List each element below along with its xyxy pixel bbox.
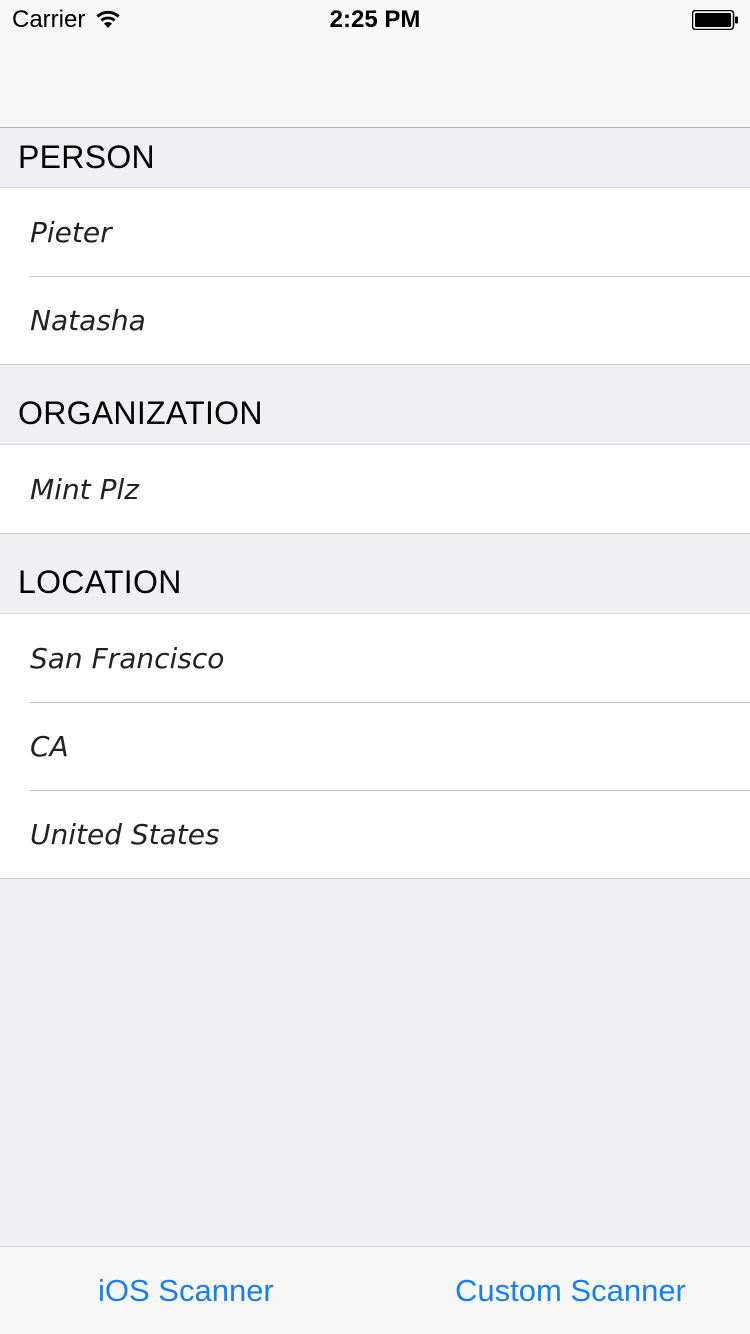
section-person-rows: Pieter Natasha [0, 188, 750, 365]
section-header-location: LOCATION [0, 534, 750, 614]
list-item-label: Mint Plz [30, 472, 139, 506]
list-item[interactable]: San Francisco [0, 614, 750, 702]
status-time: 2:25 PM [329, 6, 421, 33]
navigation-bar [0, 40, 750, 128]
results-table: PERSON Pieter Natasha ORGANIZATION Mint … [0, 129, 750, 879]
list-item-label: Pieter [30, 215, 112, 249]
bottom-toolbar: iOS Scanner Custom Scanner [0, 1246, 750, 1334]
list-item[interactable]: Mint Plz [0, 445, 750, 533]
section-header-person: PERSON [0, 129, 750, 188]
list-item-label: Natasha [30, 303, 146, 337]
ios-scanner-button[interactable]: iOS Scanner [98, 1247, 274, 1334]
list-item[interactable]: Natasha [0, 276, 750, 364]
list-item-label: United States [30, 817, 220, 851]
section-location-rows: San Francisco CA United States [0, 614, 750, 879]
list-item-label: CA [30, 729, 69, 763]
list-item-label: San Francisco [30, 641, 225, 675]
section-organization-rows: Mint Plz [0, 445, 750, 534]
section-header-organization: ORGANIZATION [0, 365, 750, 445]
custom-scanner-button[interactable]: Custom Scanner [455, 1247, 686, 1334]
battery-icon [692, 10, 738, 30]
status-bar: Carrier 2:25 PM [0, 0, 750, 40]
list-item[interactable]: Pieter [0, 188, 750, 276]
list-item[interactable]: CA [0, 702, 750, 790]
list-item[interactable]: United States [0, 790, 750, 878]
